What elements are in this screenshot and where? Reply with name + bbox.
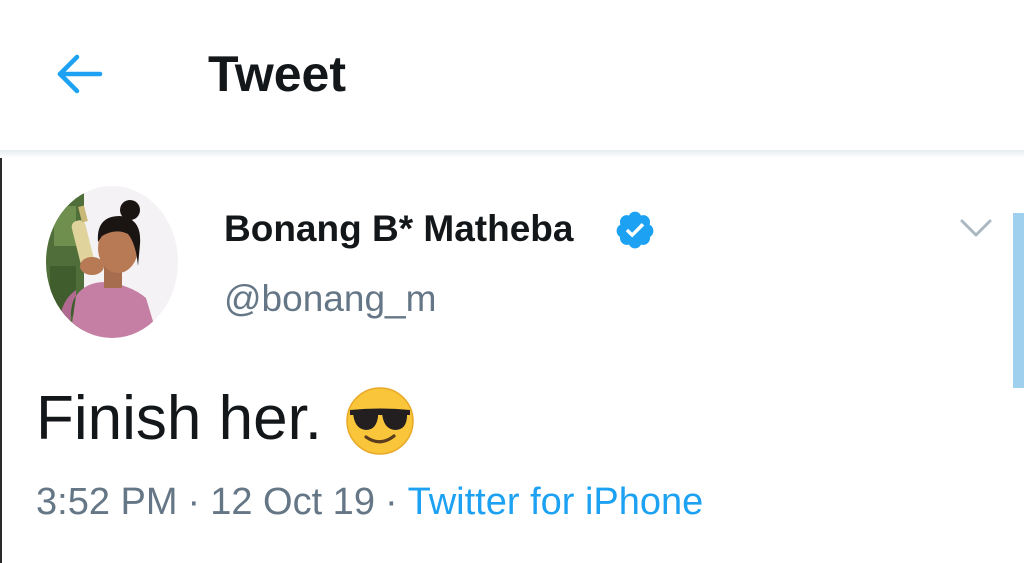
tweet-time: 3:52 PM [36,481,178,523]
tweet-text: Finish her. [36,384,323,453]
sunglasses-emoji-icon [346,387,414,455]
header-divider [0,150,1024,158]
page-title: Tweet [208,46,346,102]
meta-separator: · [187,481,201,523]
tweet-source-link[interactable]: Twitter for iPhone [408,481,704,523]
avatar-photo [46,186,178,338]
tweet-detail-screen: Tweet Bonang B* Matheba @bonang_m Finish… [0,0,1024,563]
author-display-name[interactable]: Bonang B* Matheba [224,205,573,253]
tweet-date: 12 Oct 19 [210,481,375,523]
author-handle[interactable]: @bonang_m [224,275,436,323]
arrow-left-icon [57,54,103,94]
verified-badge-icon [616,211,654,249]
back-button[interactable] [52,46,108,102]
top-app-bar: Tweet [0,0,1024,150]
tweet-meta: 3:52 PM · 12 Oct 19 · Twitter for iPhone [36,476,703,528]
avatar[interactable] [46,186,178,338]
chevron-down-icon[interactable] [956,212,996,244]
tweet-body: Finish her. [36,381,416,457]
meta-separator: · [384,481,398,523]
scrollbar-thumb[interactable] [1013,213,1024,388]
